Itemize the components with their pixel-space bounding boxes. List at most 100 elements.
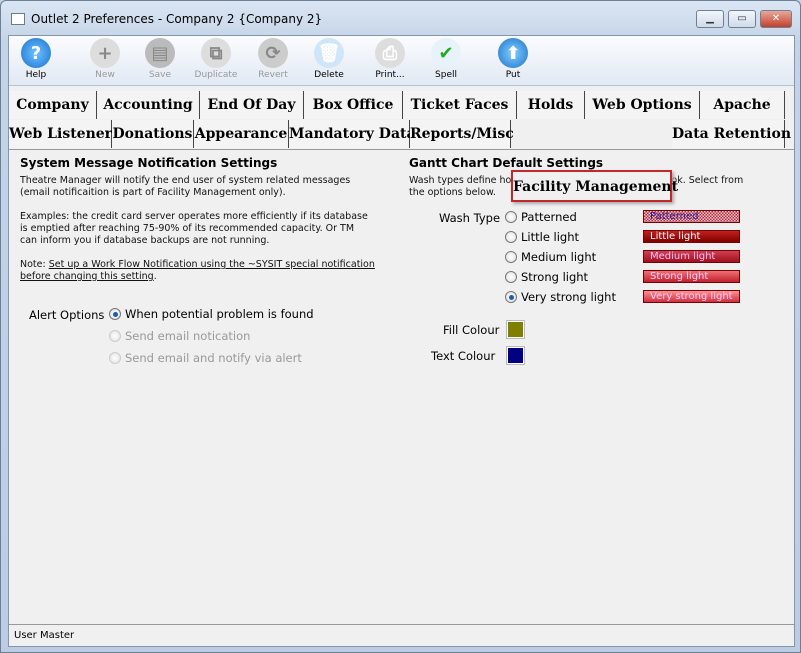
intro-text-1: Theatre Manager will notify the end user…: [20, 175, 351, 186]
put-button[interactable]: ⬆ Put: [485, 38, 541, 80]
toolbar-label: Put: [505, 70, 521, 80]
gantt-desc-2: the options below.: [409, 187, 496, 198]
wash-type-radio[interactable]: Little light: [505, 230, 579, 244]
close-button[interactable]: ✕: [760, 10, 792, 28]
tab-web-options[interactable]: Web Options: [585, 91, 700, 119]
note-prefix: Note:: [20, 259, 49, 270]
toolbar-label: Delete: [314, 70, 344, 80]
tab-mandatory-data[interactable]: Mandatory Data: [289, 120, 416, 148]
toolbar-label: Spell: [435, 70, 457, 80]
wash-type-label: Wash Type: [439, 211, 501, 225]
help-button[interactable]: ? Help: [8, 38, 64, 80]
wash-type-radio[interactable]: Strong light: [505, 270, 588, 284]
toolbar-label: Duplicate: [194, 70, 238, 80]
intro-text-2: (email notificaition is part of Facility…: [20, 187, 286, 198]
new-button[interactable]: + New: [77, 38, 133, 80]
tab-web-listener[interactable]: Web Listener: [9, 120, 112, 148]
gantt-heading: Gantt Chart Default Settings: [409, 156, 604, 170]
save-icon: ▤: [145, 38, 175, 68]
revert-icon: ⟳: [258, 38, 288, 68]
tab-facility-management[interactable]: Facility Management: [511, 170, 678, 202]
toolbar: ? Help + New ▤ Save ⧉ Duplicate ⟳ Revert 🗑 Delete ⎙ P…: [9, 36, 794, 86]
radio-icon: [109, 308, 121, 320]
help-icon: ?: [21, 38, 51, 68]
toolbar-label: New: [95, 70, 115, 80]
new-icon: +: [90, 38, 120, 68]
examples-text-1: Examples: the credit card server operate…: [20, 211, 368, 222]
delete-button[interactable]: 🗑 Delete: [301, 38, 357, 80]
facility-management-panel: System Message Notification Settings The…: [9, 149, 794, 624]
radio-icon: [505, 251, 517, 263]
radio-icon: [109, 352, 121, 364]
alert-options-label: Alert Options: [29, 308, 105, 322]
tab-donations[interactable]: Donations: [112, 120, 194, 148]
toolbar-label: Print...: [375, 70, 405, 80]
spell-button[interactable]: ✔ Spell: [418, 38, 474, 80]
tab-company[interactable]: Company: [9, 91, 97, 119]
app-icon: [11, 13, 25, 25]
delete-icon: 🗑: [314, 38, 344, 68]
examples-text-2: is emptied after reaching 75-90% of its …: [20, 223, 355, 234]
put-icon: ⬆: [498, 38, 528, 68]
wash-type-radio[interactable]: Very strong light: [505, 290, 616, 304]
tab-box-office[interactable]: Box Office: [304, 91, 403, 119]
revert-button[interactable]: ⟳ Revert: [245, 38, 301, 80]
wash-type-radio[interactable]: Medium light: [505, 250, 596, 264]
alert-option-radio[interactable]: Send email and notify via alert: [109, 351, 302, 365]
maximize-button[interactable]: ▭: [728, 10, 756, 28]
duplicate-icon: ⧉: [201, 38, 231, 68]
text-colour-swatch[interactable]: [506, 346, 525, 365]
toolbar-label: Save: [148, 70, 172, 80]
toolbar-label: Revert: [258, 70, 288, 80]
print-icon: ⎙: [375, 38, 405, 68]
text-colour-label: Text Colour: [431, 349, 496, 363]
radio-icon: [109, 330, 121, 342]
tab-appearance[interactable]: Appearance: [194, 120, 289, 148]
note-suffix: .: [153, 271, 157, 282]
alert-option-radio[interactable]: When potential problem is found: [109, 307, 314, 321]
fill-colour-swatch[interactable]: [506, 320, 525, 339]
tab-apache[interactable]: Apache: [700, 91, 785, 119]
wash-preview: Very strong light: [643, 290, 740, 303]
minimize-button[interactable]: ▁: [696, 10, 724, 28]
radio-label: Send email and notify via alert: [125, 351, 302, 365]
radio-label: Strong light: [521, 270, 589, 284]
radio-label: When potential problem is found: [125, 307, 314, 321]
tab-accounting[interactable]: Accounting: [97, 91, 200, 119]
save-button[interactable]: ▤ Save: [132, 38, 188, 80]
radio-label: Medium light: [521, 250, 597, 264]
tab-data-retention[interactable]: Data Retention: [672, 120, 791, 148]
tab-end-of-day[interactable]: End Of Day: [200, 91, 304, 119]
workflow-notification-link-cont[interactable]: before changing this setting: [20, 271, 154, 282]
print-button[interactable]: ⎙ Print...: [362, 38, 418, 80]
tab-reports-misc[interactable]: Reports/Misc: [410, 120, 514, 148]
radio-label: Little light: [521, 230, 580, 244]
toolbar-label: Help: [25, 70, 47, 80]
tab-ticket-faces[interactable]: Ticket Faces: [403, 91, 517, 119]
examples-text-3: can inform you if database backups are n…: [20, 235, 270, 246]
radio-icon: [505, 291, 517, 303]
wash-preview: Patterned: [643, 210, 740, 223]
window: Outlet 2 Preferences - Company 2 {Compan…: [0, 0, 801, 653]
radio-label: Patterned: [521, 210, 577, 224]
system-message-heading: System Message Notification Settings: [20, 156, 278, 170]
tab-holds[interactable]: Holds: [517, 91, 585, 119]
radio-icon: [505, 271, 517, 283]
wash-preview: Medium light: [643, 250, 740, 263]
alert-option-radio[interactable]: Send email notication: [109, 329, 250, 343]
status-bar: User Master: [9, 624, 794, 646]
wash-preview: Strong light: [643, 270, 740, 283]
wash-type-radio[interactable]: Patterned: [505, 210, 577, 224]
duplicate-button[interactable]: ⧉ Duplicate: [188, 38, 244, 80]
radio-label: Very strong light: [521, 290, 616, 304]
radio-icon: [505, 231, 517, 243]
status-user: User Master: [14, 630, 75, 641]
fill-colour-label: Fill Colour: [443, 323, 500, 337]
wash-preview: Little light: [643, 230, 740, 243]
radio-label: Send email notication: [125, 329, 251, 343]
window-title: Outlet 2 Preferences - Company 2 {Compan…: [31, 12, 323, 26]
workflow-notification-link[interactable]: Set up a Work Flow Notification using th…: [49, 259, 375, 270]
preferences-client: ? Help + New ▤ Save ⧉ Duplicate ⟳ Revert 🗑 Delete ⎙ P…: [8, 35, 795, 647]
spell-icon: ✔: [431, 38, 461, 68]
radio-icon: [505, 211, 517, 223]
